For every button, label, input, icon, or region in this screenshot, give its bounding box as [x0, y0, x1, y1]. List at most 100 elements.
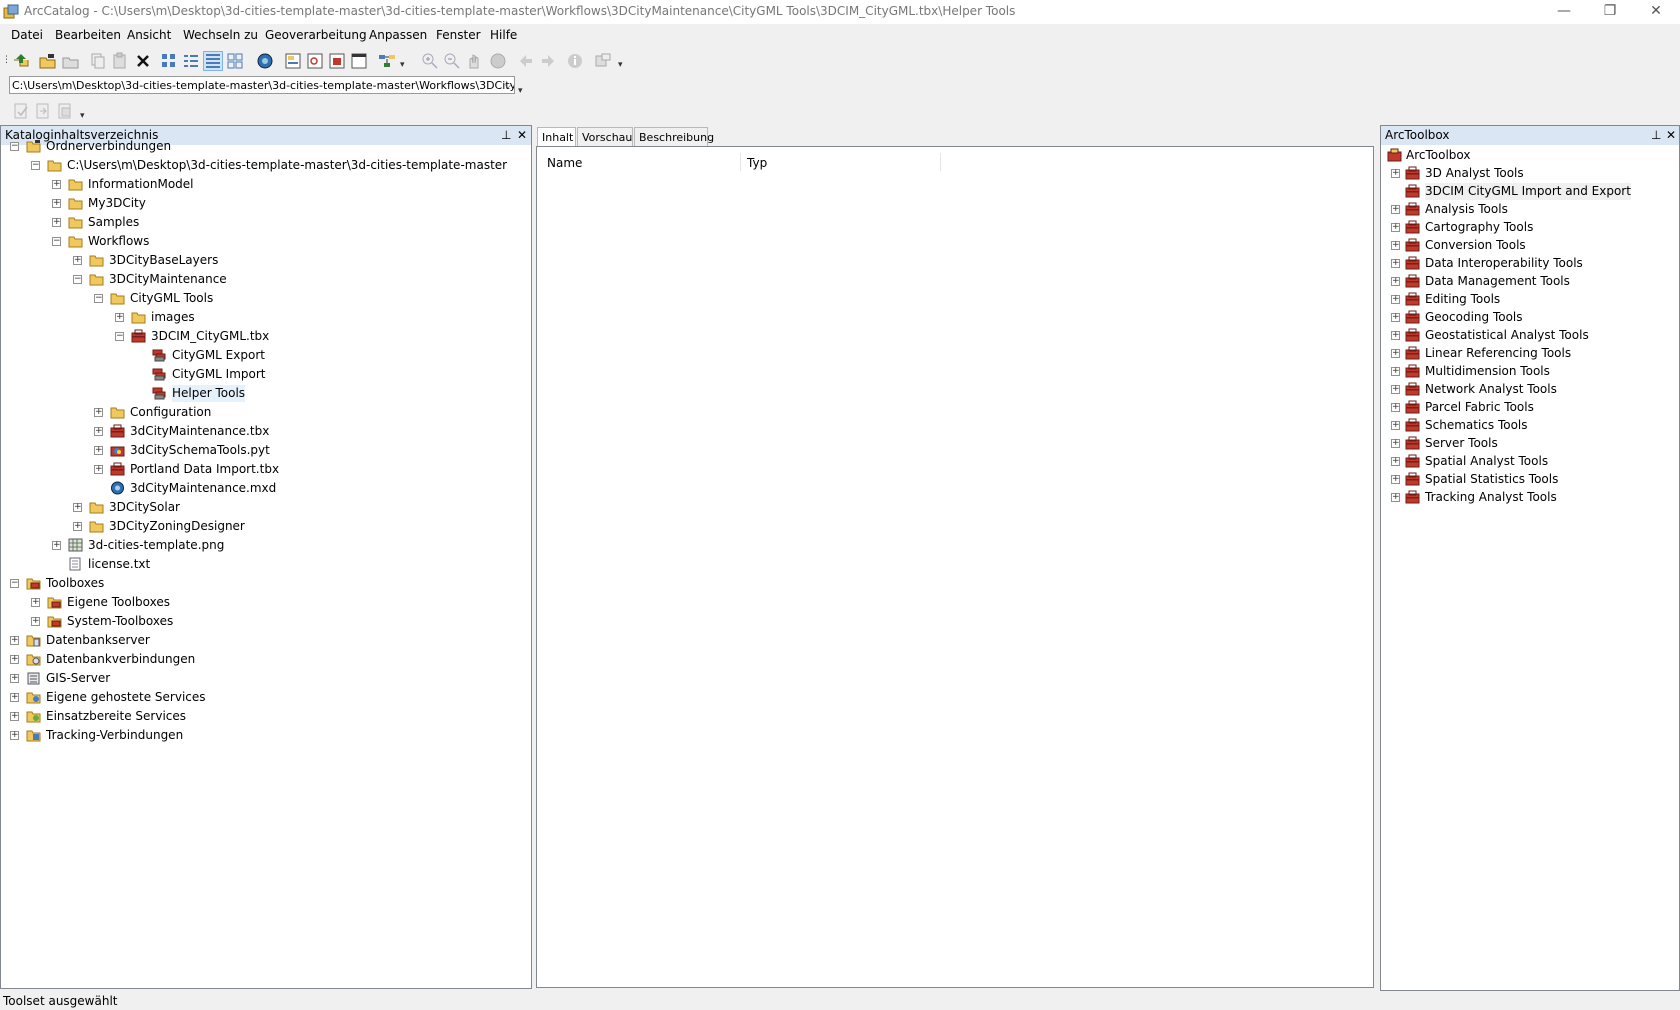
expand-icon[interactable]: +	[1391, 457, 1400, 466]
column-divider[interactable]	[740, 153, 741, 171]
expand-icon[interactable]: +	[1391, 331, 1400, 340]
expand-icon[interactable]: +	[1391, 367, 1400, 376]
expand-icon[interactable]: +	[94, 446, 103, 455]
catalog-tree-item[interactable]: + Eigene Toolboxes	[1, 594, 521, 611]
import-metadata-icon[interactable]	[34, 102, 52, 120]
menu-wechseln-zu[interactable]: Wechseln zu	[183, 28, 258, 42]
catalog-tree-item[interactable]: Helper Tools	[1, 385, 521, 402]
catalog-tree-item[interactable]: − CityGML Tools	[1, 290, 521, 307]
catalog-tree-item[interactable]: +3d-cities-template.png	[1, 537, 521, 554]
forward-icon[interactable]	[539, 52, 557, 70]
expand-icon[interactable]: +	[1391, 403, 1400, 412]
expand-icon[interactable]: +	[10, 674, 19, 683]
close-icon[interactable]: ✕	[1666, 126, 1676, 145]
close-button[interactable]: ✕	[1633, 0, 1679, 24]
catalog-tree-item[interactable]: − 3DCityMaintenance	[1, 271, 521, 288]
expand-icon[interactable]: +	[73, 522, 82, 531]
back-icon[interactable]	[517, 52, 535, 70]
collapse-icon[interactable]: −	[73, 275, 82, 284]
connect-folder-icon[interactable]	[39, 52, 57, 70]
expand-icon[interactable]: +	[10, 655, 19, 664]
tab-inhalt[interactable]: Inhalt	[537, 127, 576, 147]
expand-icon[interactable]: +	[1391, 421, 1400, 430]
catalog-tree-item[interactable]: + Datenbankserver	[1, 632, 521, 649]
export-metadata-icon[interactable]	[56, 102, 74, 120]
expand-icon[interactable]: +	[1391, 259, 1400, 268]
menu-bearbeiten[interactable]: Bearbeiten	[55, 28, 121, 42]
catalog-tree-item[interactable]: + Datenbankverbindungen	[1, 651, 521, 668]
toolbar-grip[interactable]: ⋮	[2, 53, 11, 67]
catalog-tree-item[interactable]: − Ordnerverbindungen	[1, 138, 521, 155]
column-header-name[interactable]: Name	[547, 156, 582, 170]
location-combobox[interactable]: C:\Users\m\Desktop\3d-cities-template-ma…	[9, 76, 515, 94]
menu-hilfe[interactable]: Hilfe	[490, 28, 517, 42]
menu-fenster[interactable]: Fenster	[436, 28, 481, 42]
expand-icon[interactable]: +	[52, 218, 61, 227]
expand-icon[interactable]: +	[31, 617, 40, 626]
expand-icon[interactable]: +	[1391, 295, 1400, 304]
create-thumbnail-icon[interactable]	[594, 52, 612, 70]
expand-icon[interactable]: +	[1391, 493, 1400, 502]
expand-icon[interactable]: +	[94, 427, 103, 436]
expand-icon[interactable]: +	[1391, 439, 1400, 448]
expand-icon[interactable]: +	[73, 503, 82, 512]
thumbnails-icon[interactable]	[226, 52, 244, 70]
launch-arcmap-icon[interactable]	[256, 52, 274, 70]
menu-ansicht[interactable]: Ansicht	[127, 28, 171, 42]
copy-icon[interactable]	[89, 52, 107, 70]
catalog-tree-item[interactable]: + Portland Data Import.tbx	[1, 461, 521, 478]
menu-anpassen[interactable]: Anpassen	[369, 28, 427, 42]
list-icon[interactable]	[182, 52, 200, 70]
toolbar-overflow-chevron[interactable]: ▾	[618, 58, 625, 72]
catalog-tree-item[interactable]: + My3DCity	[1, 195, 521, 212]
expand-icon[interactable]: +	[10, 693, 19, 702]
catalog-tree-item[interactable]: + Samples	[1, 214, 521, 231]
expand-icon[interactable]: +	[1391, 349, 1400, 358]
expand-icon[interactable]: +	[1391, 277, 1400, 286]
catalog-tree-item[interactable]: − Workflows	[1, 233, 521, 250]
catalog-tree-item[interactable]: − Toolboxes	[1, 575, 521, 592]
catalog-tree-item[interactable]: +3DCitySolar	[1, 499, 521, 516]
zoom-out-icon[interactable]	[443, 52, 461, 70]
pan-icon[interactable]	[465, 52, 483, 70]
paste-icon[interactable]	[111, 52, 129, 70]
column-header-typ[interactable]: Typ	[747, 156, 767, 170]
expand-icon[interactable]: +	[1391, 475, 1400, 484]
full-extent-icon[interactable]	[489, 52, 507, 70]
chevron-down-icon[interactable]: ⌵	[504, 77, 512, 93]
column-divider[interactable]	[940, 153, 941, 171]
catalog-tree-item[interactable]: +3dCityMaintenance.tbx	[1, 423, 521, 440]
tab-vorschau[interactable]: Vorschau	[577, 127, 633, 146]
python-window-icon[interactable]	[350, 52, 368, 70]
catalog-tree-item[interactable]: + Tracking-Verbindungen	[1, 727, 521, 744]
edit-metadata-icon[interactable]	[12, 102, 30, 120]
collapse-icon[interactable]: −	[94, 294, 103, 303]
menu-datei[interactable]: Datei	[11, 28, 43, 42]
expand-icon[interactable]: +	[52, 199, 61, 208]
large-icons-icon[interactable]	[160, 52, 178, 70]
catalog-tree-item[interactable]: license.txt	[1, 556, 521, 573]
model-builder-icon[interactable]	[378, 52, 396, 70]
collapse-icon[interactable]: −	[10, 579, 19, 588]
delete-icon[interactable]	[134, 52, 152, 70]
expand-icon[interactable]: +	[10, 636, 19, 645]
zoom-in-icon[interactable]	[421, 52, 439, 70]
catalog-tree-item[interactable]: +3DCityZoningDesigner	[1, 518, 521, 535]
arctoolbox-window-icon[interactable]	[328, 52, 346, 70]
catalog-tree-item[interactable]: + GIS-Server	[1, 670, 521, 687]
collapse-icon[interactable]: −	[10, 142, 19, 151]
collapse-icon[interactable]: −	[115, 332, 124, 341]
catalog-tree-item[interactable]: +3DCityBaseLayers	[1, 252, 521, 269]
search-window-icon[interactable]	[306, 52, 324, 70]
expand-icon[interactable]: +	[94, 408, 103, 417]
expand-icon[interactable]: +	[1391, 205, 1400, 214]
catalog-tree-item[interactable]: 3dCityMaintenance.mxd	[1, 480, 521, 497]
catalog-tree-item[interactable]: + Configuration	[1, 404, 521, 421]
restore-button[interactable]: ❐	[1587, 0, 1633, 24]
menu-geoverarbeitung[interactable]: Geoverarbeitung	[265, 28, 367, 42]
disconnect-folder-icon[interactable]	[62, 52, 80, 70]
catalog-tree-item[interactable]: CityGML Export	[1, 347, 521, 364]
expand-icon[interactable]: +	[1391, 385, 1400, 394]
pin-icon[interactable]: ⊥	[1651, 126, 1661, 145]
expand-icon[interactable]: +	[1391, 169, 1400, 178]
